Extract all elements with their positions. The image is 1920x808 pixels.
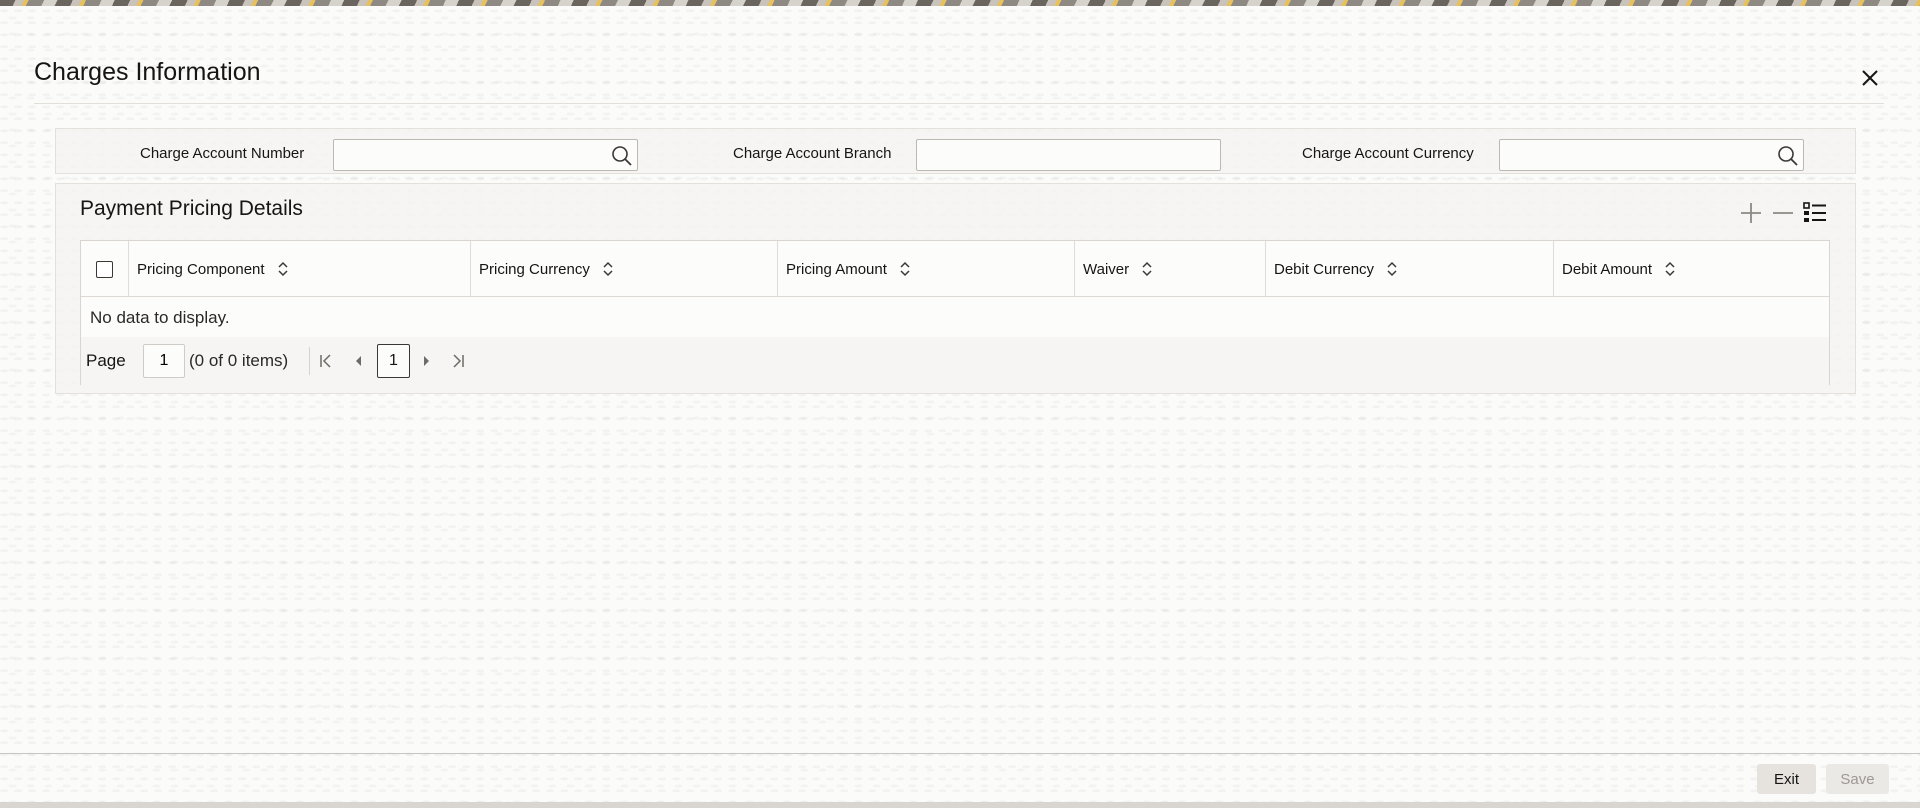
exit-button[interactable]: Exit	[1757, 764, 1816, 794]
current-page-button[interactable]: 1	[377, 344, 410, 378]
pagination-bar: Page (0 of 0 items) 1	[81, 337, 1829, 385]
charge-account-number-search-button[interactable]	[609, 143, 635, 169]
charge-account-currency-input[interactable]	[1499, 139, 1804, 171]
search-icon	[612, 146, 632, 166]
pricing-table: Pricing Component Pricing Currency Prici…	[80, 240, 1830, 385]
search-icon	[1778, 146, 1798, 166]
previous-page-icon	[356, 356, 361, 366]
column-label: Debit Currency	[1274, 260, 1375, 278]
dialog-title: Charges Information	[34, 58, 261, 86]
first-page-icon	[320, 354, 331, 368]
close-button[interactable]	[1856, 64, 1884, 92]
item-count: (0 of 0 items)	[189, 351, 289, 370]
sort-icon[interactable]	[1664, 261, 1676, 277]
column-waiver[interactable]: Waiver	[1075, 241, 1266, 297]
sort-icon[interactable]	[1386, 261, 1398, 277]
column-pricing-currency[interactable]: Pricing Currency	[471, 241, 778, 297]
column-debit-amount[interactable]: Debit Amount	[1554, 241, 1829, 297]
charge-account-panel: Charge Account Number Charge Account Bra…	[55, 128, 1856, 174]
sort-icon[interactable]	[899, 261, 911, 277]
next-page-icon	[424, 356, 429, 366]
payment-pricing-panel: Payment Pricing Details Pricing Componen…	[55, 183, 1856, 394]
list-view-icon	[1803, 202, 1826, 222]
footer-divider	[0, 753, 1920, 754]
select-all-cell	[81, 241, 129, 297]
sort-icon[interactable]	[602, 261, 614, 277]
first-page-button[interactable]	[315, 350, 337, 372]
column-label: Debit Amount	[1562, 260, 1653, 278]
plus-icon	[1741, 203, 1761, 223]
charge-account-currency-search-button[interactable]	[1775, 143, 1801, 169]
charge-account-currency-label: Charge Account Currency	[1302, 145, 1474, 162]
previous-page-button[interactable]	[347, 350, 369, 372]
column-pricing-component[interactable]: Pricing Component	[129, 241, 471, 297]
minus-icon	[1773, 212, 1793, 214]
column-label: Pricing Component	[137, 260, 265, 278]
last-page-icon	[453, 354, 464, 368]
sort-icon[interactable]	[1141, 261, 1153, 277]
charges-dialog: Charges Information Charge Account Numbe…	[0, 6, 1920, 802]
charge-account-branch-input[interactable]	[916, 139, 1221, 171]
title-divider	[34, 103, 1884, 104]
charge-account-branch-label: Charge Account Branch	[733, 145, 892, 162]
last-page-button[interactable]	[447, 350, 469, 372]
pager-divider	[309, 347, 310, 375]
close-icon	[1862, 70, 1878, 86]
column-debit-currency[interactable]: Debit Currency	[1266, 241, 1554, 297]
save-button[interactable]: Save	[1826, 764, 1889, 794]
sort-icon[interactable]	[277, 261, 289, 277]
bottom-edge	[0, 802, 1920, 808]
column-settings-button[interactable]	[1801, 199, 1829, 227]
select-all-checkbox[interactable]	[96, 260, 113, 278]
charge-account-number-label: Charge Account Number	[140, 145, 305, 162]
column-label: Pricing Amount	[786, 260, 887, 278]
add-row-button[interactable]	[1737, 199, 1765, 227]
page-number-input[interactable]	[143, 344, 185, 378]
charge-account-number-input[interactable]	[333, 139, 638, 171]
next-page-button[interactable]	[416, 350, 438, 372]
empty-message: No data to display.	[90, 308, 230, 327]
table-header: Pricing Component Pricing Currency Prici…	[81, 241, 1829, 297]
column-label: Pricing Currency	[479, 260, 590, 278]
section-title: Payment Pricing Details	[80, 197, 303, 220]
column-label: Waiver	[1083, 260, 1130, 278]
page-label: Page	[86, 351, 126, 370]
remove-row-button[interactable]	[1769, 199, 1797, 227]
column-pricing-amount[interactable]: Pricing Amount	[778, 241, 1075, 297]
